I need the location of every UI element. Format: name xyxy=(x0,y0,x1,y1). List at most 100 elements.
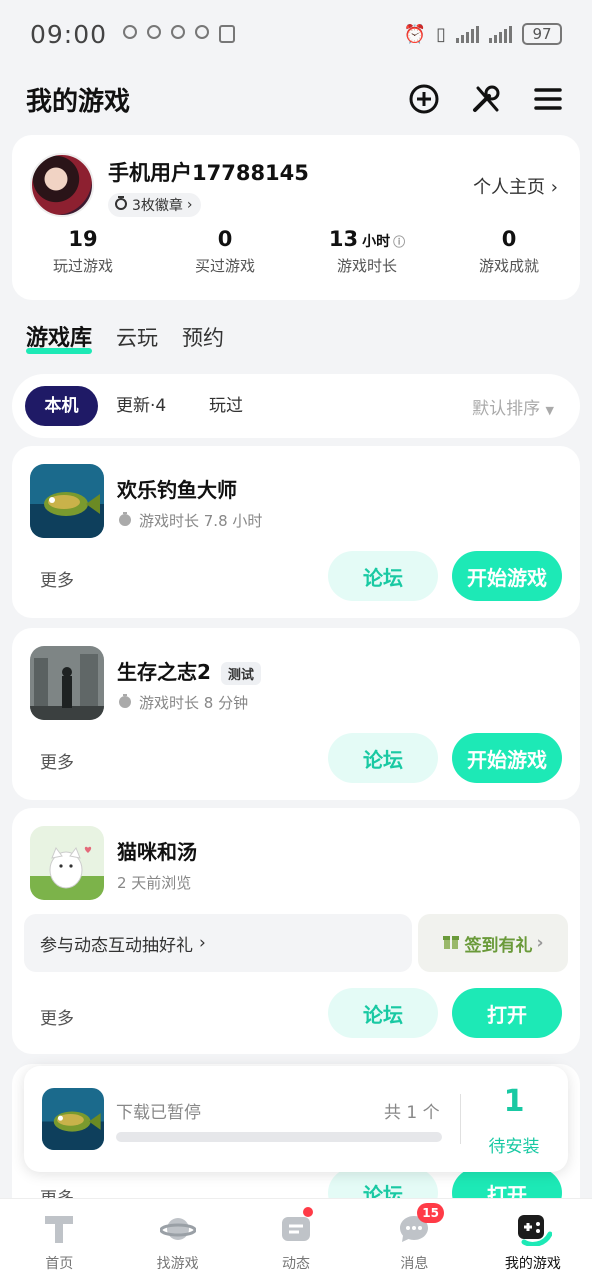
pending-install-label[interactable]: 待安装 xyxy=(460,1132,568,1157)
avatar[interactable] xyxy=(30,153,94,217)
filter-updates[interactable]: 更新·4 xyxy=(116,386,166,426)
forum-button[interactable]: 论坛 xyxy=(328,988,438,1038)
filter-played[interactable]: 玩过 xyxy=(209,386,243,426)
tab-cloud-play[interactable]: 云玩 xyxy=(116,322,158,352)
home-icon xyxy=(40,1211,78,1247)
chevron-right-icon: › xyxy=(536,933,544,953)
message-count-badge: 15 xyxy=(417,1203,444,1223)
username: 手机用户17788145 xyxy=(108,161,309,185)
more-link[interactable]: 更多 xyxy=(40,1004,74,1029)
forum-button[interactable]: 论坛 xyxy=(328,733,438,783)
stat-bought[interactable]: 0 买过游戏 xyxy=(154,227,296,276)
stopwatch-icon xyxy=(117,511,133,531)
tools-icon[interactable] xyxy=(468,81,504,117)
notification-dot xyxy=(302,1207,313,1217)
stat-played[interactable]: 19 玩过游戏 xyxy=(12,227,154,276)
wifi-signal-icon xyxy=(456,25,479,43)
alarm-icon: ⏰ xyxy=(403,23,427,45)
event-promo-label: 参与动态互动抽好礼 xyxy=(40,935,193,956)
stat-label: 游戏成就 xyxy=(478,257,539,275)
tab-reservations[interactable]: 预约 xyxy=(182,322,224,352)
checkin-label: 签到有礼 xyxy=(464,935,533,956)
more-link[interactable]: 更多 xyxy=(40,566,74,591)
test-tag: 测试 xyxy=(220,662,261,685)
sort-label: 默认排序 xyxy=(472,399,541,419)
nav-home[interactable]: 首页 xyxy=(0,1199,118,1280)
notification-icon xyxy=(195,25,210,39)
start-game-button[interactable]: 开始游戏 xyxy=(452,733,562,783)
notification-icons xyxy=(123,25,236,43)
pending-install-count[interactable]: 1 xyxy=(460,1084,568,1119)
game-title-row: 生存之志2 测试 xyxy=(117,656,261,685)
page-title: 我的游戏 xyxy=(26,86,131,117)
profile-page-link[interactable]: 个人主页 › xyxy=(473,173,558,199)
game-card[interactable]: 欢乐钓鱼大师 游戏时长 7.8 小时 更多 论坛 开始游戏 xyxy=(12,446,580,618)
forum-button[interactable]: 论坛 xyxy=(328,551,438,601)
game-icon-fishing[interactable] xyxy=(30,464,104,538)
bottom-nav: 首页 找游戏 动态 15 消息 我的游戏 xyxy=(0,1198,592,1280)
badge-count-button[interactable]: 3枚徽章 › xyxy=(108,193,201,217)
download-status-bar[interactable]: 下载已暂停 共 1 个 1 待安装 xyxy=(24,1066,568,1172)
filter-bar: 本机 更新·4 玩过 默认排序 ▼ xyxy=(12,374,580,438)
battery-icon: 97 xyxy=(522,23,562,45)
game-last-viewed: 2 天前浏览 xyxy=(117,874,192,892)
nav-messages[interactable]: 15 消息 xyxy=(355,1199,473,1280)
game-playtime-text: 游戏时长 8 分钟 xyxy=(139,694,249,712)
download-game-icon xyxy=(42,1088,104,1150)
game-title: 猫咪和汤 xyxy=(117,840,197,864)
info-icon[interactable]: ⓘ xyxy=(393,235,405,249)
profile-link-label: 个人主页 xyxy=(473,177,546,198)
chevron-right-icon: › xyxy=(550,177,558,198)
stat-value: 0 xyxy=(501,227,517,251)
game-card[interactable]: 猫咪和汤 2 天前浏览 参与动态互动抽好礼 › 签到有礼 › 更多 论坛 打开 xyxy=(12,808,580,1054)
chevron-right-icon: › xyxy=(186,197,193,213)
game-icon-cat-soup[interactable] xyxy=(30,826,104,900)
planet-icon xyxy=(159,1211,197,1247)
stat-value: 19 xyxy=(68,227,98,251)
game-playtime-text: 游戏时长 7.8 小时 xyxy=(139,512,263,530)
start-game-button[interactable]: 开始游戏 xyxy=(452,551,562,601)
add-circle-icon[interactable] xyxy=(406,81,442,117)
more-link[interactable]: 更多 xyxy=(40,748,74,773)
game-playtime: 游戏时长 7.8 小时 xyxy=(117,510,262,531)
tab-library[interactable]: 游戏库 xyxy=(26,320,93,354)
filter-local[interactable]: 本机 xyxy=(25,386,98,426)
status-time: 09:00 xyxy=(30,19,108,49)
download-count: 共 1 个 xyxy=(384,1103,440,1123)
stat-label: 买过游戏 xyxy=(194,257,255,275)
nav-label: 消息 xyxy=(400,1256,429,1272)
stat-value: 13 xyxy=(328,227,359,251)
cell-signal-icon xyxy=(489,25,512,43)
nav-label: 找游戏 xyxy=(156,1256,199,1272)
page-header: 我的游戏 xyxy=(0,70,592,128)
medal-icon xyxy=(114,196,128,214)
nav-my-games[interactable]: 我的游戏 xyxy=(474,1199,592,1280)
stat-playtime[interactable]: 13 小时 ⓘ 游戏时长 xyxy=(296,227,438,276)
checkin-reward-button[interactable]: 签到有礼 › xyxy=(418,914,568,972)
nav-label: 首页 xyxy=(45,1256,74,1272)
game-card[interactable]: 生存之志2 测试 游戏时长 8 分钟 更多 论坛 开始游戏 xyxy=(12,628,580,800)
stat-label: 玩过游戏 xyxy=(52,257,113,275)
library-tabs: 游戏库 云玩 预约 xyxy=(26,320,224,354)
open-game-button[interactable]: 打开 xyxy=(452,988,562,1038)
nav-label: 动态 xyxy=(282,1256,311,1272)
notification-icon xyxy=(147,25,162,39)
chevron-right-icon: › xyxy=(199,933,206,953)
gift-icon xyxy=(442,932,460,955)
sort-dropdown[interactable]: 默认排序 ▼ xyxy=(472,394,554,419)
status-bar: 09:00 ⏰ ▯ 97 xyxy=(0,0,592,68)
menu-icon[interactable] xyxy=(530,81,566,117)
download-progress-bar xyxy=(116,1132,442,1142)
badge-count-label: 3枚徽章 xyxy=(132,198,183,214)
nav-find-games[interactable]: 找游戏 xyxy=(118,1199,236,1280)
game-title: 生存之志2 xyxy=(117,660,211,684)
stat-achievements[interactable]: 0 游戏成就 xyxy=(438,227,580,276)
stat-value: 0 xyxy=(217,227,233,251)
event-promo-link[interactable]: 参与动态互动抽好礼 › xyxy=(24,914,412,972)
game-title: 欢乐钓鱼大师 xyxy=(117,478,237,502)
vibrate-icon: ▯ xyxy=(436,23,446,45)
stopwatch-icon xyxy=(117,693,133,713)
nav-label: 我的游戏 xyxy=(504,1256,561,1272)
game-icon-survival[interactable] xyxy=(30,646,104,720)
nav-feed[interactable]: 动态 xyxy=(237,1199,355,1280)
